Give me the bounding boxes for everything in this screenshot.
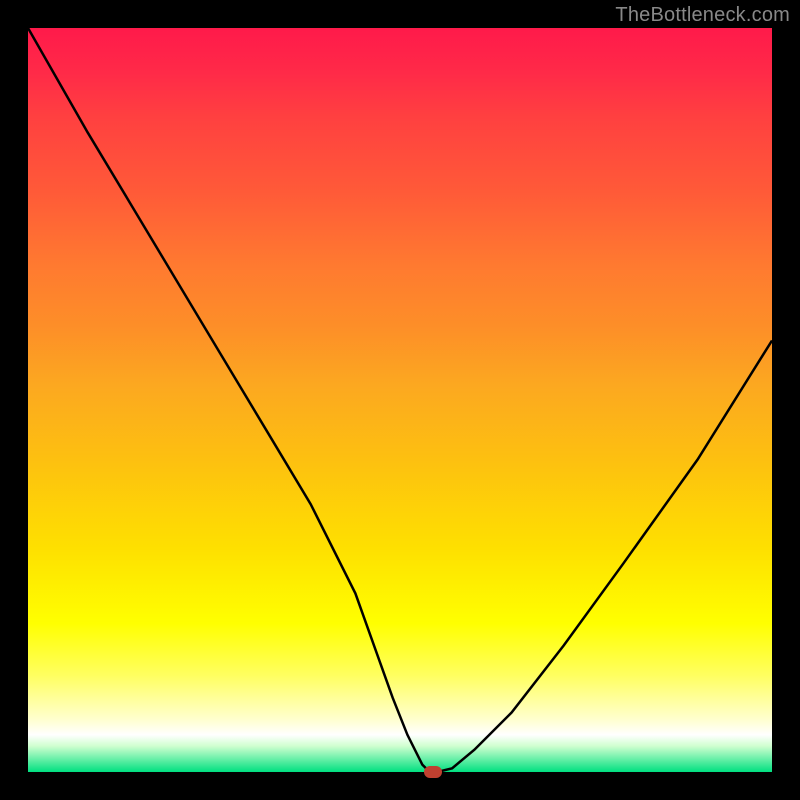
attribution-text: TheBottleneck.com	[615, 4, 790, 27]
bottleneck-curve	[28, 28, 772, 772]
chart-container: TheBottleneck.com	[0, 0, 800, 800]
optimal-point-marker	[424, 766, 442, 778]
plot-gradient-area	[28, 28, 772, 772]
